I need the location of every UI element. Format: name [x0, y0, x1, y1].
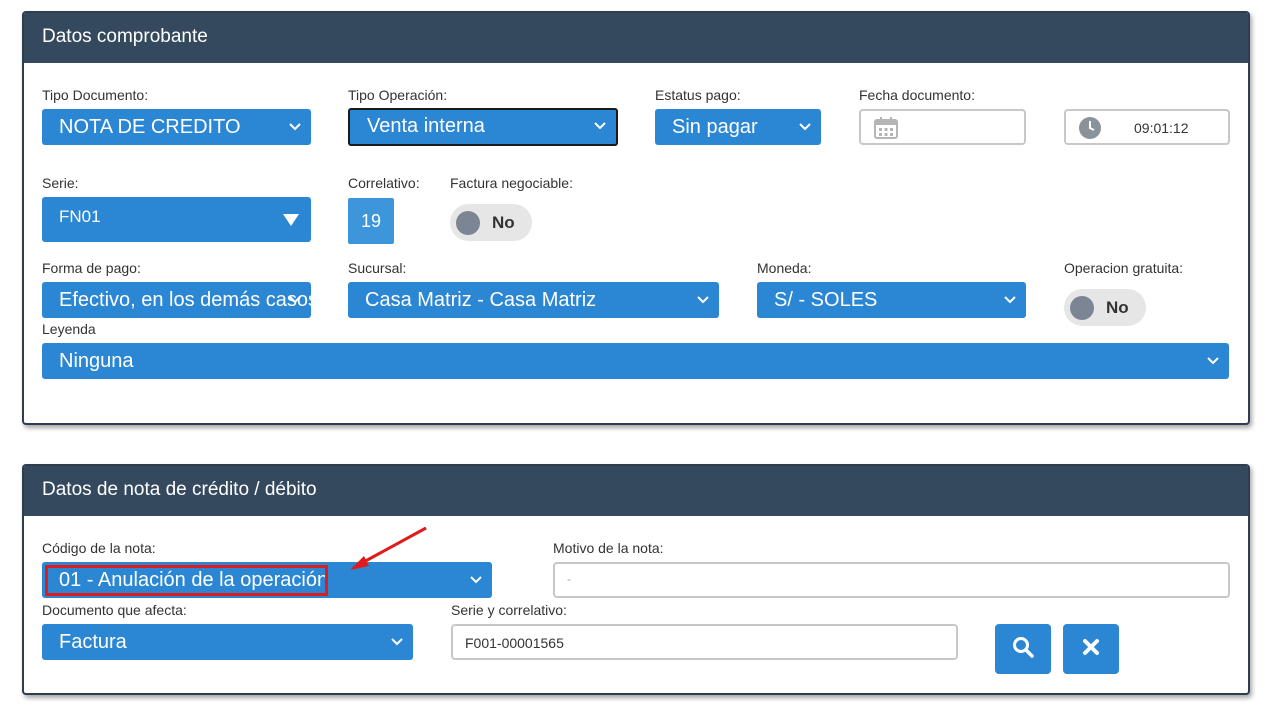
documento-afecta-select[interactable]: Factura	[42, 624, 413, 660]
correlativo-badge: 19	[348, 198, 394, 244]
tipo-documento-label: Tipo Documento:	[42, 87, 149, 103]
moneda-label: Moneda:	[757, 260, 812, 276]
chevron-down-icon	[592, 110, 608, 142]
panel-title: Datos de nota de crédito / débito	[24, 466, 1248, 516]
clock-icon[interactable]	[1078, 116, 1102, 143]
correlativo-label: Correlativo:	[348, 175, 420, 191]
motivo-nota-label: Motivo de la nota:	[553, 540, 664, 556]
documento-afecta-label: Documento que afecta:	[42, 602, 187, 618]
motivo-nota-input[interactable]: -	[553, 562, 1230, 598]
tipo-documento-select[interactable]: NOTA DE CREDITO	[42, 109, 311, 145]
documento-afecta-value: Factura	[59, 631, 127, 653]
leyenda-select[interactable]: Ninguna	[42, 343, 1229, 379]
hora-value: 09:01:12	[1134, 120, 1189, 136]
panel-title: Datos comprobante	[24, 13, 1248, 63]
operacion-gratuita-label: Operacion gratuita:	[1064, 260, 1184, 276]
fecha-documento-label: Fecha documento:	[859, 87, 975, 103]
chevron-down-icon	[287, 109, 303, 145]
estatus-pago-select[interactable]: Sin pagar	[655, 109, 821, 145]
calendar-icon[interactable]	[874, 117, 898, 142]
highlight-box	[45, 565, 328, 596]
motivo-nota-value: -	[567, 572, 571, 586]
serie-correlativo-label: Serie y correlativo:	[451, 602, 567, 618]
caret-down-icon	[283, 197, 299, 242]
forma-pago-label: Forma de pago:	[42, 260, 141, 276]
factura-negociable-label: Factura negociable:	[450, 175, 573, 191]
tipo-operacion-label: Tipo Operación:	[348, 87, 448, 103]
forma-pago-select[interactable]: Efectivo, en los demás casos	[42, 282, 311, 318]
tipo-operacion-select[interactable]: Venta interna	[348, 108, 618, 146]
chevron-down-icon	[389, 624, 405, 660]
leyenda-label: Leyenda	[42, 321, 96, 337]
red-arrow-annotation	[350, 526, 427, 570]
chevron-down-icon	[287, 282, 303, 318]
search-icon	[1012, 636, 1034, 663]
serie-select[interactable]: FN01	[42, 197, 311, 242]
panel-datos-nota: Datos de nota de crédito / débito Código…	[22, 464, 1250, 695]
moneda-select[interactable]: S/ - SOLES	[757, 282, 1026, 318]
search-button[interactable]	[995, 624, 1051, 674]
chevron-down-icon	[468, 562, 484, 598]
codigo-nota-label: Código de la nota:	[42, 540, 156, 556]
serie-value: FN01	[59, 207, 101, 226]
factura-negociable-value: No	[492, 212, 515, 232]
fecha-documento-input[interactable]	[859, 109, 1026, 145]
tipo-documento-value: NOTA DE CREDITO	[59, 116, 241, 138]
toggle-knob	[1070, 295, 1094, 320]
moneda-value: S/ - SOLES	[774, 289, 878, 311]
clear-button[interactable]	[1063, 624, 1119, 674]
chevron-down-icon	[1002, 282, 1018, 318]
panel-datos-comprobante: Datos comprobante Tipo Documento: NOTA D…	[22, 11, 1250, 425]
sucursal-value: Casa Matriz - Casa Matriz	[365, 289, 597, 311]
factura-negociable-toggle[interactable]: No	[450, 204, 532, 241]
hora-input[interactable]: 09:01:12	[1064, 109, 1230, 145]
chevron-down-icon	[797, 109, 813, 145]
close-icon	[1082, 638, 1100, 661]
forma-pago-value: Efectivo, en los demás casos	[59, 289, 311, 311]
sucursal-label: Sucursal:	[348, 260, 407, 276]
toggle-knob	[456, 210, 480, 235]
serie-label: Serie:	[42, 175, 79, 191]
tipo-operacion-value: Venta interna	[367, 115, 485, 137]
estatus-pago-label: Estatus pago:	[655, 87, 741, 103]
operacion-gratuita-toggle[interactable]: No	[1064, 289, 1146, 326]
leyenda-value: Ninguna	[59, 350, 134, 372]
operacion-gratuita-value: No	[1106, 297, 1129, 317]
chevron-down-icon	[695, 282, 711, 318]
serie-correlativo-value: F001-00001565	[465, 635, 564, 651]
chevron-down-icon	[1205, 343, 1221, 379]
sucursal-select[interactable]: Casa Matriz - Casa Matriz	[348, 282, 719, 318]
serie-correlativo-input[interactable]: F001-00001565	[451, 624, 958, 660]
